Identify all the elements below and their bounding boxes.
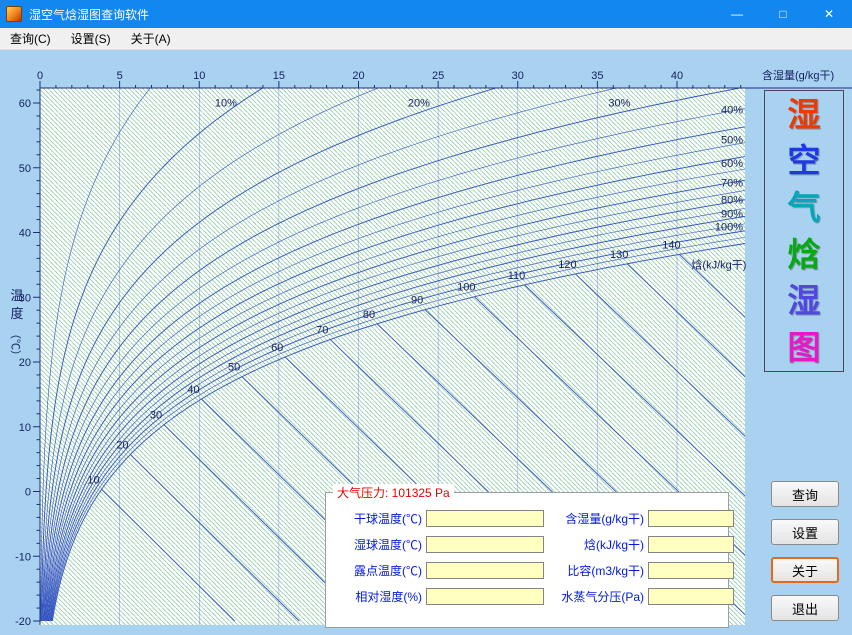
rh-curve-label: 70% xyxy=(721,178,743,190)
x-tick-label: 15 xyxy=(273,70,285,82)
rh-curve-label: 30% xyxy=(608,98,630,110)
x-tick-label: 0 xyxy=(37,70,43,82)
enthalpy-label: 40 xyxy=(187,384,199,396)
rh-curve-label: 50% xyxy=(721,134,743,146)
vapor-pressure-input[interactable] xyxy=(648,588,734,605)
app-art-char: 焓 xyxy=(788,238,821,271)
rh-curve-label: 80% xyxy=(721,194,743,206)
minimize-button[interactable]: — xyxy=(714,0,760,28)
enthalpy-axis-title: 焓(kJ/kg干) xyxy=(691,257,746,271)
y-axis-title: 度 xyxy=(10,306,23,321)
menu-bar: 查询(C)设置(S)关于(A) xyxy=(0,28,852,50)
menu-item-1[interactable]: 设置(S) xyxy=(61,27,121,50)
field-label: 比容(m3/kg干) xyxy=(548,562,644,579)
window-title: 湿空气焓湿图查询软件 xyxy=(29,6,149,23)
settings-button[interactable]: 设置 xyxy=(771,519,839,545)
exit-button[interactable]: 退出 xyxy=(771,595,839,621)
enthalpy-input[interactable] xyxy=(648,536,734,553)
wet-bulb-input[interactable] xyxy=(426,536,544,553)
window-controls: — □ ✕ xyxy=(714,0,852,28)
x-tick-label: 35 xyxy=(591,70,603,82)
pressure-label: 大气压力: 101325 Pa xyxy=(333,484,454,501)
rh-curve-label: 10% xyxy=(215,98,237,110)
app-window: 湿空气焓湿图查询软件 — □ ✕ 查询(C)设置(S)关于(A) 10 20 30 4… xyxy=(0,0,852,635)
app-art-char: 图 xyxy=(788,331,821,364)
enthalpy-label: 20 xyxy=(116,439,128,451)
enthalpy-label: 60 xyxy=(271,342,283,354)
field-label: 相对湿度(%) xyxy=(334,588,422,605)
enthalpy-label: 30 xyxy=(150,410,162,422)
field-label: 水蒸气分压(Pa) xyxy=(548,588,644,605)
app-art-char: 湿 xyxy=(788,284,821,317)
enthalpy-label: 100 xyxy=(457,282,475,294)
x-tick-label: 20 xyxy=(352,70,364,82)
field-label: 焓(kJ/kg干) xyxy=(548,536,644,553)
y-tick-label: 60 xyxy=(19,98,31,110)
field-label: 湿球温度(℃) xyxy=(334,536,422,553)
rh-curve-label: 100% xyxy=(715,221,743,233)
rh-curve-label: 20% xyxy=(408,98,430,110)
query-button[interactable]: 查询 xyxy=(771,481,839,507)
humidity-ratio-input[interactable] xyxy=(648,510,734,527)
title-bar: 湿空气焓湿图查询软件 — □ ✕ xyxy=(0,0,852,28)
specific-volume-input[interactable] xyxy=(648,562,734,579)
app-icon xyxy=(6,6,22,22)
dew-point-input[interactable] xyxy=(426,562,544,579)
result-fields: 干球温度(℃) 含湿量(g/kg干) 湿球温度(℃) 焓(kJ/kg干) 露点温度(℃)… xyxy=(326,493,728,605)
about-button[interactable]: 关于 xyxy=(771,557,839,583)
y-tick-label: -20 xyxy=(15,616,31,628)
rh-curve-label: 60% xyxy=(721,158,743,170)
enthalpy-label: 90 xyxy=(411,295,423,307)
y-axis-unit: （℃） xyxy=(9,328,22,361)
menu-item-2[interactable]: 关于(A) xyxy=(121,27,181,50)
field-label: 含湿量(g/kg干) xyxy=(548,510,644,527)
y-tick-label: 40 xyxy=(19,228,31,240)
maximize-button[interactable]: □ xyxy=(760,0,806,28)
menu-item-0[interactable]: 查询(C) xyxy=(0,27,61,50)
y-tick-label: -10 xyxy=(15,551,31,563)
enthalpy-label: 120 xyxy=(558,259,576,271)
y-tick-label: 0 xyxy=(25,487,31,499)
app-art-char: 空 xyxy=(788,144,821,177)
field-label: 干球温度(℃) xyxy=(334,510,422,527)
x-tick-label: 40 xyxy=(671,70,683,82)
enthalpy-label: 140 xyxy=(662,239,680,251)
rh-curve-label: 40% xyxy=(721,105,743,117)
enthalpy-label: 80 xyxy=(363,309,375,321)
rh-curve-label: 90% xyxy=(721,209,743,221)
x-tick-label: 30 xyxy=(512,70,524,82)
relative-humidity-input[interactable] xyxy=(426,588,544,605)
result-panel: 大气压力: 101325 Pa 干球温度(℃)含湿量(g/kg干)湿球温度(℃)… xyxy=(325,492,729,628)
action-buttons: 查询设置关于退出 xyxy=(771,481,839,621)
x-axis-title: 含湿量(g/kg干) xyxy=(762,68,834,82)
enthalpy-label: 130 xyxy=(610,249,628,261)
enthalpy-label: 10 xyxy=(87,474,99,486)
enthalpy-label: 70 xyxy=(316,325,328,337)
close-button[interactable]: ✕ xyxy=(806,0,852,28)
x-tick-label: 5 xyxy=(117,70,123,82)
y-tick-label: 10 xyxy=(19,422,31,434)
enthalpy-label: 50 xyxy=(228,362,240,374)
app-art-char: 湿 xyxy=(788,98,821,131)
enthalpy-label: 110 xyxy=(508,270,526,282)
x-tick-label: 25 xyxy=(432,70,444,82)
field-label: 露点温度(℃) xyxy=(334,562,422,579)
dry-bulb-input[interactable] xyxy=(426,510,544,527)
client-area: 102030405060708090100110120130140焓(kJ/kg… xyxy=(0,50,852,635)
y-axis-title: 温 xyxy=(10,288,23,303)
x-tick-label: 10 xyxy=(193,70,205,82)
app-art-char: 气 xyxy=(788,191,821,224)
y-tick-label: 50 xyxy=(19,163,31,175)
app-title-panel: 湿空气焓湿图 xyxy=(764,90,844,372)
